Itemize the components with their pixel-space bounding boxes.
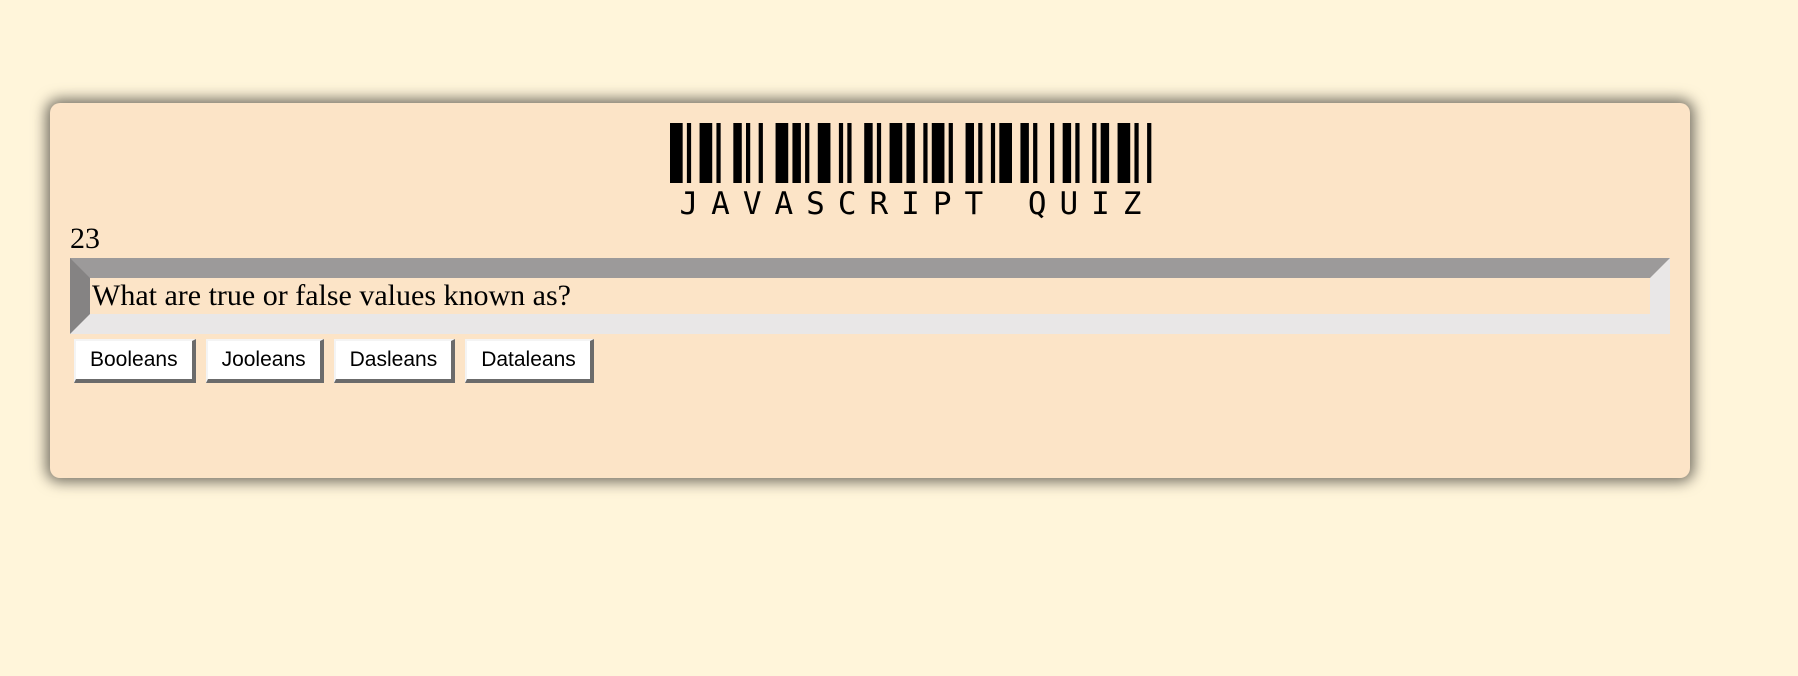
- barcode-icon: [670, 123, 1152, 183]
- quiz-card: JAVASCRIPT QUIZ 23 What are true or fals…: [50, 103, 1690, 478]
- barcode-logo: JAVASCRIPT QUIZ: [670, 123, 1164, 222]
- question-number: 23: [70, 222, 100, 255]
- question-text: What are true or false values known as?: [92, 279, 571, 312]
- question-box: What are true or false values known as?: [70, 258, 1670, 334]
- answer-list: Booleans Jooleans Dasleans Dataleans: [74, 339, 594, 383]
- answer-button-jooleans[interactable]: Jooleans: [205, 339, 324, 383]
- answer-button-dasleans[interactable]: Dasleans: [333, 339, 456, 383]
- answer-button-dataleans[interactable]: Dataleans: [465, 339, 594, 383]
- answer-button-booleans[interactable]: Booleans: [74, 339, 196, 383]
- logo-text: JAVASCRIPT QUIZ: [679, 186, 1155, 222]
